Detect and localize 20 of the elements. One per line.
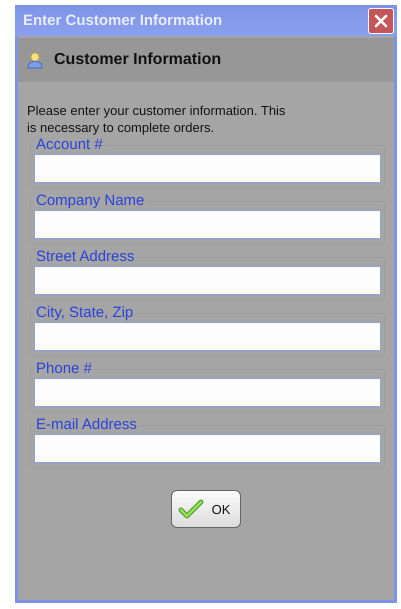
close-icon xyxy=(374,14,388,28)
checkmark-icon xyxy=(178,499,204,519)
close-button[interactable] xyxy=(368,8,394,34)
user-icon xyxy=(26,51,44,69)
field-label: Account # xyxy=(35,136,104,154)
field-label: Street Address xyxy=(35,248,136,266)
input-field[interactable] xyxy=(34,434,381,463)
window-title: Enter Customer Information xyxy=(23,12,222,29)
input-field[interactable] xyxy=(34,322,381,351)
field-label: E-mail Address xyxy=(35,416,138,434)
input-field[interactable] xyxy=(34,266,381,295)
instructions-text: Please enter your customer information. This is necessary to complete orders. xyxy=(27,102,286,136)
field-label: Company Name xyxy=(35,192,146,210)
input-field[interactable] xyxy=(34,210,381,239)
field-label: City, State, Zip xyxy=(35,304,134,322)
ok-button[interactable]: OK xyxy=(170,490,242,528)
section-title: Customer Information xyxy=(54,51,222,69)
field-label: Phone # xyxy=(35,360,93,378)
input-field[interactable] xyxy=(34,378,381,407)
input-field[interactable] xyxy=(34,154,381,183)
